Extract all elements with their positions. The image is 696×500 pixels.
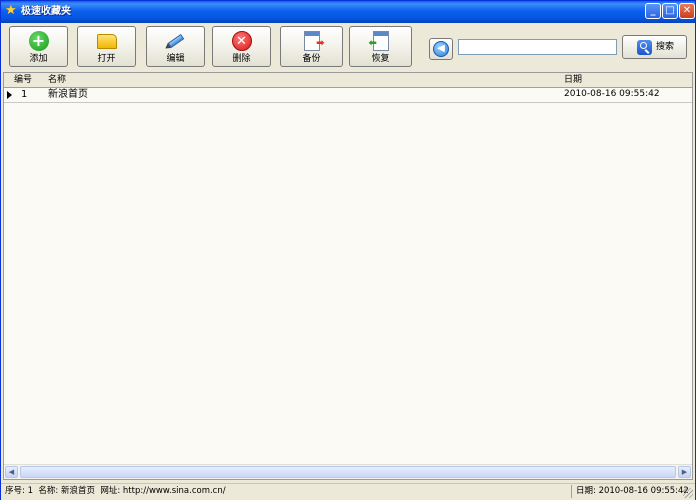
restore-button[interactable]: ⬅ 恢复 (349, 26, 412, 67)
table-row[interactable]: 1 新浪首页 2010-08-16 09:55:42 (4, 88, 692, 103)
star-icon: ★ (5, 3, 17, 18)
column-header-no[interactable]: 编号 (14, 74, 32, 86)
delete-icon: ✕ (231, 31, 252, 51)
status-bar: 序号: 1 名称: 新浪首页 网址: http://www.sina.com.c… (1, 483, 695, 500)
resize-grip-icon[interactable] (683, 488, 693, 498)
folder-icon (96, 34, 117, 49)
close-icon: ✕ (682, 5, 692, 16)
open-label: 打开 (97, 54, 116, 64)
column-header-date[interactable]: 日期 (564, 74, 582, 86)
row-no: 1 (21, 89, 28, 100)
delete-button[interactable]: ✕ 删除 (212, 26, 271, 67)
maximize-icon: □ (665, 5, 675, 16)
row-pointer-icon (7, 91, 12, 99)
edit-button[interactable]: 编辑 (146, 26, 205, 67)
minimize-icon: _ (650, 5, 656, 16)
delete-label: 删除 (232, 54, 251, 64)
restore-icon: ⬅ (369, 31, 389, 51)
title-bar[interactable]: ★ 极速收藏夹 _ □ ✕ (1, 1, 695, 23)
chevron-right-icon: ▶ (681, 468, 688, 476)
backup-label: 备份 (302, 54, 321, 64)
add-label: 添加 (29, 54, 48, 64)
search-icon (637, 40, 652, 55)
column-header-name[interactable]: 名称 (48, 74, 66, 86)
app-window: ★ 极速收藏夹 _ □ ✕ + 添加 打开 编辑 ✕ 删除 ➡ 备份 ⬅ 恢复 (0, 0, 696, 500)
add-button[interactable]: + 添加 (9, 26, 68, 67)
add-icon: + (28, 31, 49, 51)
scroll-right-button[interactable]: ▶ (678, 466, 691, 478)
pencil-icon (162, 27, 190, 55)
window-title: 极速收藏夹 (21, 6, 71, 17)
status-date: 日期: 2010-08-16 09:55:42 (576, 486, 689, 496)
close-button[interactable]: ✕ (679, 3, 695, 19)
back-button[interactable]: ◀ (429, 38, 453, 60)
list-header: 编号 名称 日期 (4, 73, 692, 88)
row-name: 新浪首页 (48, 89, 88, 100)
scroll-thumb[interactable] (20, 466, 676, 478)
search-input[interactable] (458, 39, 617, 55)
minimize-button[interactable]: _ (645, 3, 661, 19)
search-label: 搜索 (656, 42, 675, 52)
status-info: 序号: 1 名称: 新浪首页 网址: http://www.sina.com.c… (5, 486, 226, 496)
open-button[interactable]: 打开 (77, 26, 136, 67)
scroll-left-button[interactable]: ◀ (5, 466, 18, 478)
backup-button[interactable]: ➡ 备份 (280, 26, 343, 67)
maximize-button[interactable]: □ (662, 3, 678, 19)
back-arrow-icon: ◀ (433, 41, 449, 57)
search-button[interactable]: 搜索 (622, 35, 687, 59)
horizontal-scrollbar[interactable]: ◀ ▶ (4, 464, 692, 479)
backup-icon: ➡ (303, 31, 325, 51)
bookmark-list[interactable]: 编号 名称 日期 1 新浪首页 2010-08-16 09:55:42 ◀ ▶ (3, 72, 693, 480)
restore-label: 恢复 (371, 54, 390, 64)
status-divider (571, 485, 572, 498)
chevron-left-icon: ◀ (8, 468, 15, 476)
row-date: 2010-08-16 09:55:42 (564, 89, 660, 99)
edit-label: 编辑 (166, 54, 185, 64)
